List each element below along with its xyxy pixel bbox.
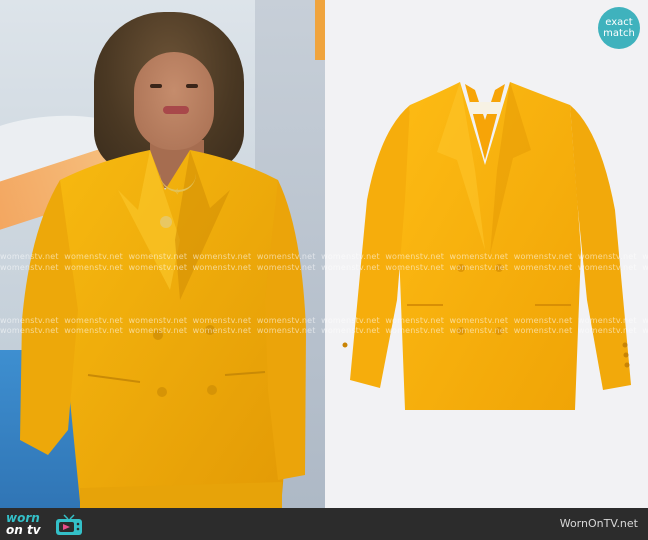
exact-match-badge: exact match (598, 7, 640, 49)
wornontv-logo[interactable]: worn on tv (4, 511, 94, 537)
logo-text-on-tv: on tv (6, 523, 41, 537)
tv-icon (56, 514, 82, 535)
badge-line-2: match (603, 28, 635, 39)
person-face (134, 52, 214, 150)
stage-accent (315, 0, 325, 60)
watermark-row: womenstv.net womenstv.net womenstv.net w… (0, 263, 648, 272)
person-eye-right (186, 84, 198, 88)
watermark-row: womenstv.net womenstv.net womenstv.net w… (0, 326, 648, 335)
watermark-row: womenstv.net womenstv.net womenstv.net w… (0, 252, 648, 261)
person-lips (163, 106, 189, 114)
site-name[interactable]: WornOnTV.net (560, 517, 638, 530)
outfit-comparison: ✧ womenstv.net womenstv.net womenstv.net… (0, 0, 648, 540)
person-eye-left (150, 84, 162, 88)
watermark-row: womenstv.net womenstv.net womenstv.net w… (0, 316, 648, 325)
necklace-pendant: ✧ (173, 187, 182, 198)
badge-line-1: exact (605, 17, 633, 28)
footer-bar: worn on tv WornOnTV.net (0, 508, 648, 540)
